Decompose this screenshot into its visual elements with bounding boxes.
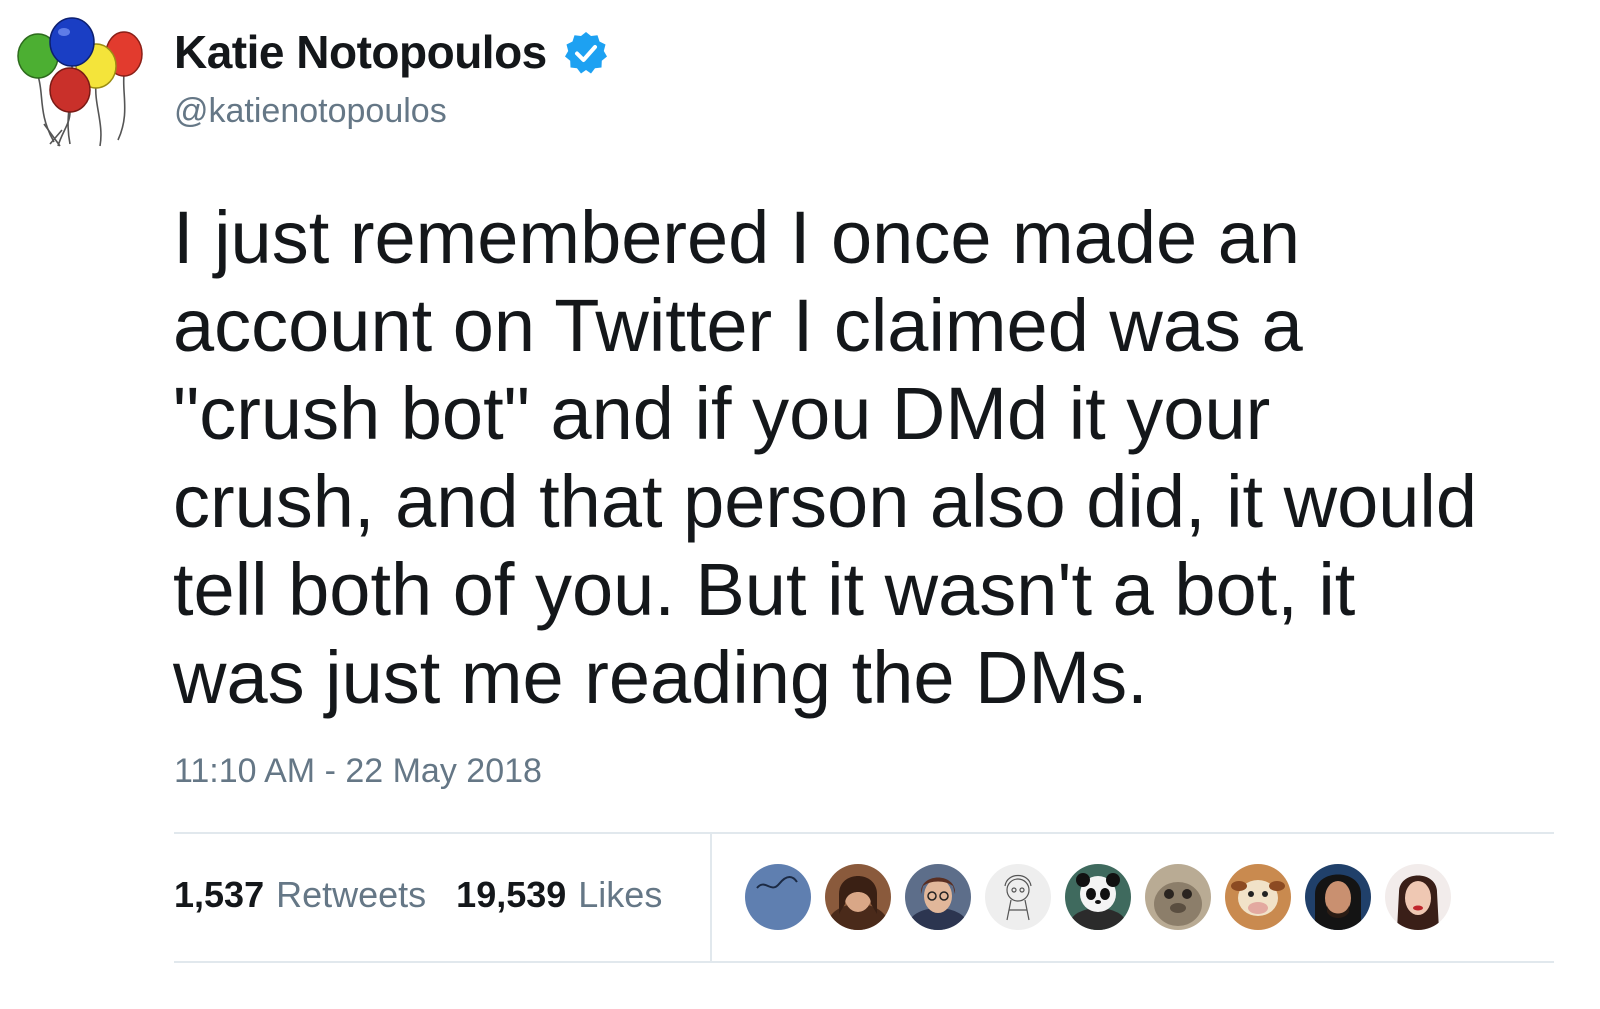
liker-avatar-6[interactable] [1145,864,1211,930]
stats-divider-top [174,832,1554,834]
author-block: Katie Notopoulos @katienotopoulos [174,24,609,131]
retweets-count: 1,537 [174,874,265,915]
tweet-stats: 1,537 Retweets 19,539 Likes [174,874,662,916]
retweets-label: Retweets [276,874,427,915]
author-avatar[interactable] [14,14,150,150]
liker-avatar-5[interactable] [1065,864,1131,930]
tweet-text: I just remembered I once made an account… [173,196,1477,719]
stats-divider-vertical [710,834,712,961]
liker-avatar-9[interactable] [1385,864,1451,930]
liker-avatar-4[interactable] [985,864,1051,930]
liker-avatar-3[interactable] [905,864,971,930]
stats-divider-bottom [174,961,1554,963]
author-name-row: Katie Notopoulos [174,24,609,80]
likes-count: 19,539 [456,874,567,915]
liker-avatar-1[interactable] [745,864,811,930]
balloons-avatar-icon [17,17,143,147]
liker-avatar-7[interactable] [1225,864,1291,930]
liker-avatar-8[interactable] [1305,864,1371,930]
retweets-stat[interactable]: 1,537 Retweets [174,874,426,916]
verified-badge-icon [564,32,607,74]
likers-avatar-list [745,864,1465,930]
tweet-timestamp[interactable]: 11:10 AM - 22 May 2018 [174,752,542,791]
author-handle[interactable]: @katienotopoulos [174,92,609,131]
liker-avatar-2[interactable] [825,864,891,930]
author-display-name[interactable]: Katie Notopoulos [174,25,547,79]
likes-stat[interactable]: 19,539 Likes [456,874,662,916]
likes-label: Likes [578,874,663,915]
